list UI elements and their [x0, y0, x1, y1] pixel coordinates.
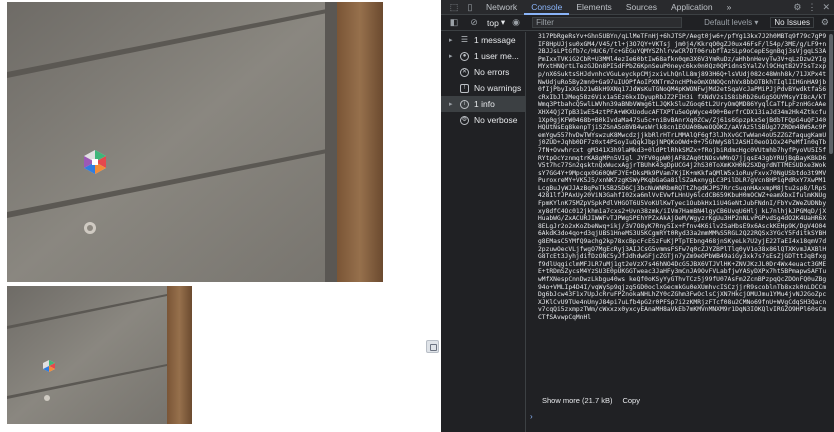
sidebar-item-info[interactable]: ▸ i 1 info: [441, 96, 525, 112]
sidebar-item-messages[interactable]: ▸ ☰ 1 message: [441, 32, 525, 48]
sidebar-item-label: 1 message: [474, 35, 516, 45]
door-photo-large: [7, 2, 383, 282]
context-value: top: [487, 17, 499, 28]
sidebar-item-warnings[interactable]: ! No warnings: [441, 80, 525, 96]
settings-gear-icon[interactable]: ⚙: [793, 2, 801, 13]
log-actions: Show more (21.7 kB) Copy: [541, 396, 641, 405]
sidebar-item-label: 1 user me...: [474, 51, 519, 61]
sidebar-item-errors[interactable]: ✕ No errors: [441, 64, 525, 80]
expand-arrow-icon[interactable]: ▸: [449, 100, 455, 108]
inspect-element-icon[interactable]: ⬚: [447, 1, 461, 14]
sidebar-item-verbose[interactable]: ⚙ No verbose: [441, 112, 525, 128]
console-log-message[interactable]: 317PbRgeRsYv+Ghn5UBYn/qLlMeTFnHj+6hJTSP/…: [538, 33, 828, 395]
clear-console-icon[interactable]: ⊘: [467, 16, 481, 29]
more-options-icon[interactable]: ⋮: [807, 2, 816, 13]
devtools-panel: ⬚ ▯ Network Console Elements Sources App…: [441, 0, 834, 432]
filter-placeholder: Filter: [536, 18, 554, 27]
list-icon: ☰: [460, 35, 469, 44]
sidebar-item-user-messages[interactable]: ▸ ● 1 user me...: [441, 48, 525, 64]
sidebar-item-label: No warnings: [474, 83, 522, 93]
sidebar-item-label: No errors: [474, 67, 510, 77]
console-sidebar: ▸ ☰ 1 message ▸ ● 1 user me... ✕ No erro…: [441, 32, 526, 432]
console-toolbar: ◧ ⊘ top ▾ ◉ Filter Default levels ▾ No I…: [441, 15, 834, 31]
sidebar-toggle-icon[interactable]: ◧: [447, 16, 461, 29]
chevron-down-icon: ▾: [500, 17, 506, 27]
sidebar-item-label: 1 info: [474, 99, 495, 109]
device-toolbar-icon[interactable]: ▯: [463, 1, 477, 14]
copy-button[interactable]: Copy: [621, 396, 641, 405]
eye-icon[interactable]: ◉: [509, 16, 523, 29]
error-icon: ✕: [460, 67, 469, 77]
page-viewport: [0, 0, 430, 432]
console-output: 317PbRgeRsYv+Ghn5UBYn/qLlMeTFnHj+6hJTSP/…: [527, 32, 834, 432]
tab-network[interactable]: Network: [479, 0, 524, 15]
console-prompt[interactable]: ›: [530, 412, 533, 421]
console-settings-gear-icon[interactable]: ⚙: [818, 16, 832, 29]
panel-toggle-button[interactable]: [426, 340, 439, 353]
issues-badge[interactable]: No Issues: [770, 17, 814, 28]
devtools-tabbar: ⬚ ▯ Network Console Elements Sources App…: [441, 0, 834, 15]
expand-arrow-icon[interactable]: ▸: [449, 36, 455, 44]
show-more-button[interactable]: Show more (21.7 kB): [541, 396, 613, 405]
user-icon: ●: [460, 51, 469, 61]
info-icon: i: [460, 99, 469, 109]
warning-icon: !: [460, 83, 469, 93]
tab-console[interactable]: Console: [524, 0, 570, 15]
log-levels-dropdown[interactable]: Default levels ▾: [704, 18, 758, 27]
filter-input[interactable]: Filter: [532, 17, 683, 28]
console-scrollbar[interactable]: [828, 32, 834, 432]
verbose-icon: ⚙: [460, 115, 469, 125]
tab-sources[interactable]: Sources: [619, 0, 664, 15]
close-devtools-icon[interactable]: ✕: [822, 2, 830, 13]
tab-application[interactable]: Application: [664, 0, 720, 15]
expand-arrow-icon[interactable]: ▸: [449, 52, 455, 60]
more-tabs-button[interactable]: »: [720, 0, 739, 15]
context-selector[interactable]: top ▾: [487, 17, 505, 28]
scrollbar-thumb[interactable]: [829, 34, 833, 154]
tab-elements[interactable]: Elements: [569, 0, 618, 15]
sidebar-item-label: No verbose: [474, 115, 518, 125]
door-photo-small: [7, 286, 192, 424]
